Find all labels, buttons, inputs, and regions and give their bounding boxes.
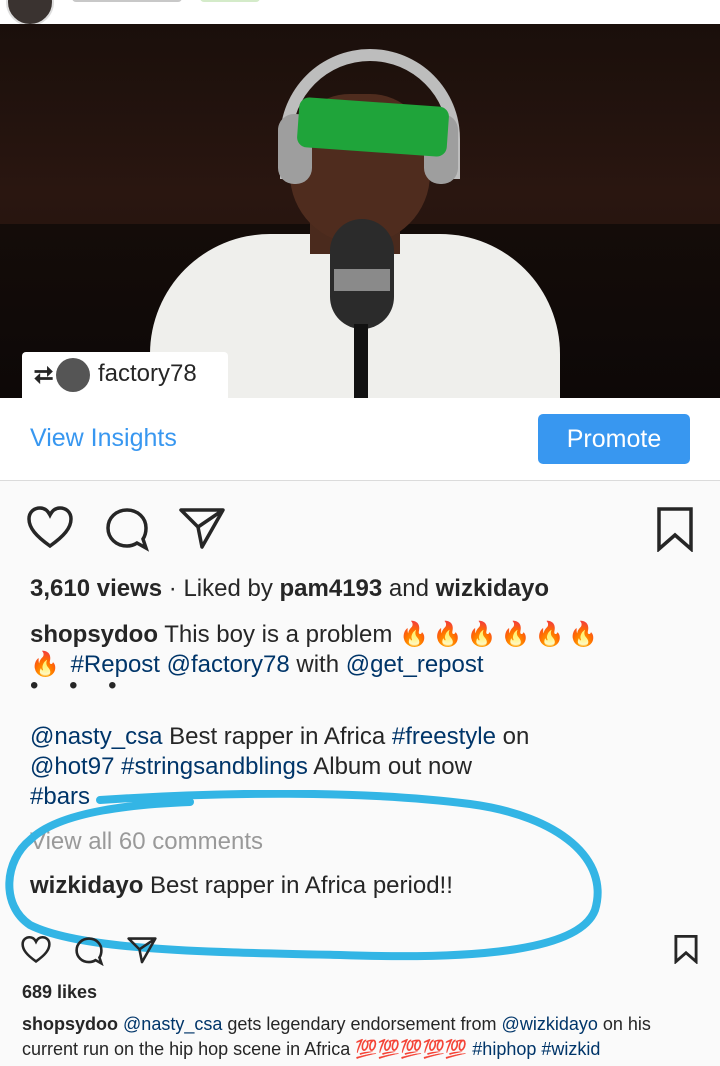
mention-factory78[interactable]: @factory78 <box>167 651 290 678</box>
poster-name-cropped <box>72 0 182 2</box>
mention-nasty-csa[interactable]: @nasty_csa <box>30 723 162 750</box>
mention-wizkidayo[interactable]: @wizkidayo <box>502 1014 598 1034</box>
second-post-actions <box>0 930 720 970</box>
view-insights-link[interactable]: View Insights <box>30 424 177 453</box>
caption-username[interactable]: shopsydoo <box>30 621 158 648</box>
post-caption: shopsydoo This boy is a problem 🔥🔥🔥🔥🔥🔥 🔥… <box>30 620 700 812</box>
mention-nasty-csa-2[interactable]: @nasty_csa <box>123 1014 222 1034</box>
bookmark-icon[interactable] <box>674 934 698 964</box>
liker-2[interactable]: wizkidayo <box>436 575 549 602</box>
views-line: 3,610 views · Liked by pam4193 and wizki… <box>30 575 550 602</box>
second-post-likes[interactable]: 689 likes <box>22 982 97 1003</box>
hashtag-hiphop[interactable]: #hiphop <box>472 1039 536 1059</box>
second-post-caption: shopsydoo @nasty_csa gets legendary endo… <box>22 1014 651 1059</box>
heart-icon[interactable] <box>26 506 74 550</box>
hashtag-stringsandblings[interactable]: #stringsandblings <box>121 753 308 780</box>
share-icon[interactable] <box>178 506 226 550</box>
hashtag-freestyle[interactable]: #freestyle <box>392 723 496 750</box>
view-count[interactable]: 3,610 views <box>30 575 162 602</box>
post-actions <box>0 500 720 556</box>
mention-hot97[interactable]: @hot97 <box>30 753 114 780</box>
repost-tag[interactable]: ⮂ factory78 <box>22 352 228 398</box>
caption2-username[interactable]: shopsydoo <box>22 1014 118 1034</box>
share-icon[interactable] <box>126 936 158 964</box>
fire-emojis: 🔥🔥🔥🔥🔥🔥 <box>399 621 603 648</box>
hundred-emojis: 💯💯💯💯💯 <box>355 1039 468 1059</box>
repost-username: factory78 <box>98 360 197 387</box>
poster-status-cropped <box>200 0 260 2</box>
microphone-band <box>334 269 390 291</box>
comment-icon[interactable] <box>74 936 104 966</box>
mention-get-repost[interactable]: @get_repost <box>346 651 484 678</box>
poster-avatar[interactable] <box>6 0 54 24</box>
liker-1[interactable]: pam4193 <box>280 575 383 602</box>
mic-stand <box>354 324 368 398</box>
bookmark-icon[interactable] <box>656 506 694 552</box>
insights-row: View Insights Promote <box>0 398 720 481</box>
repost-avatar <box>56 358 90 392</box>
repost-icon: ⮂ <box>34 362 54 389</box>
heart-icon[interactable] <box>20 936 52 964</box>
top-bar <box>0 0 720 24</box>
promote-button[interactable]: Promote <box>538 414 690 464</box>
green-headband <box>296 96 450 158</box>
post-photo[interactable] <box>0 24 720 398</box>
hashtag-wizkid[interactable]: #wizkid <box>541 1039 600 1059</box>
comment-icon[interactable] <box>104 506 150 552</box>
